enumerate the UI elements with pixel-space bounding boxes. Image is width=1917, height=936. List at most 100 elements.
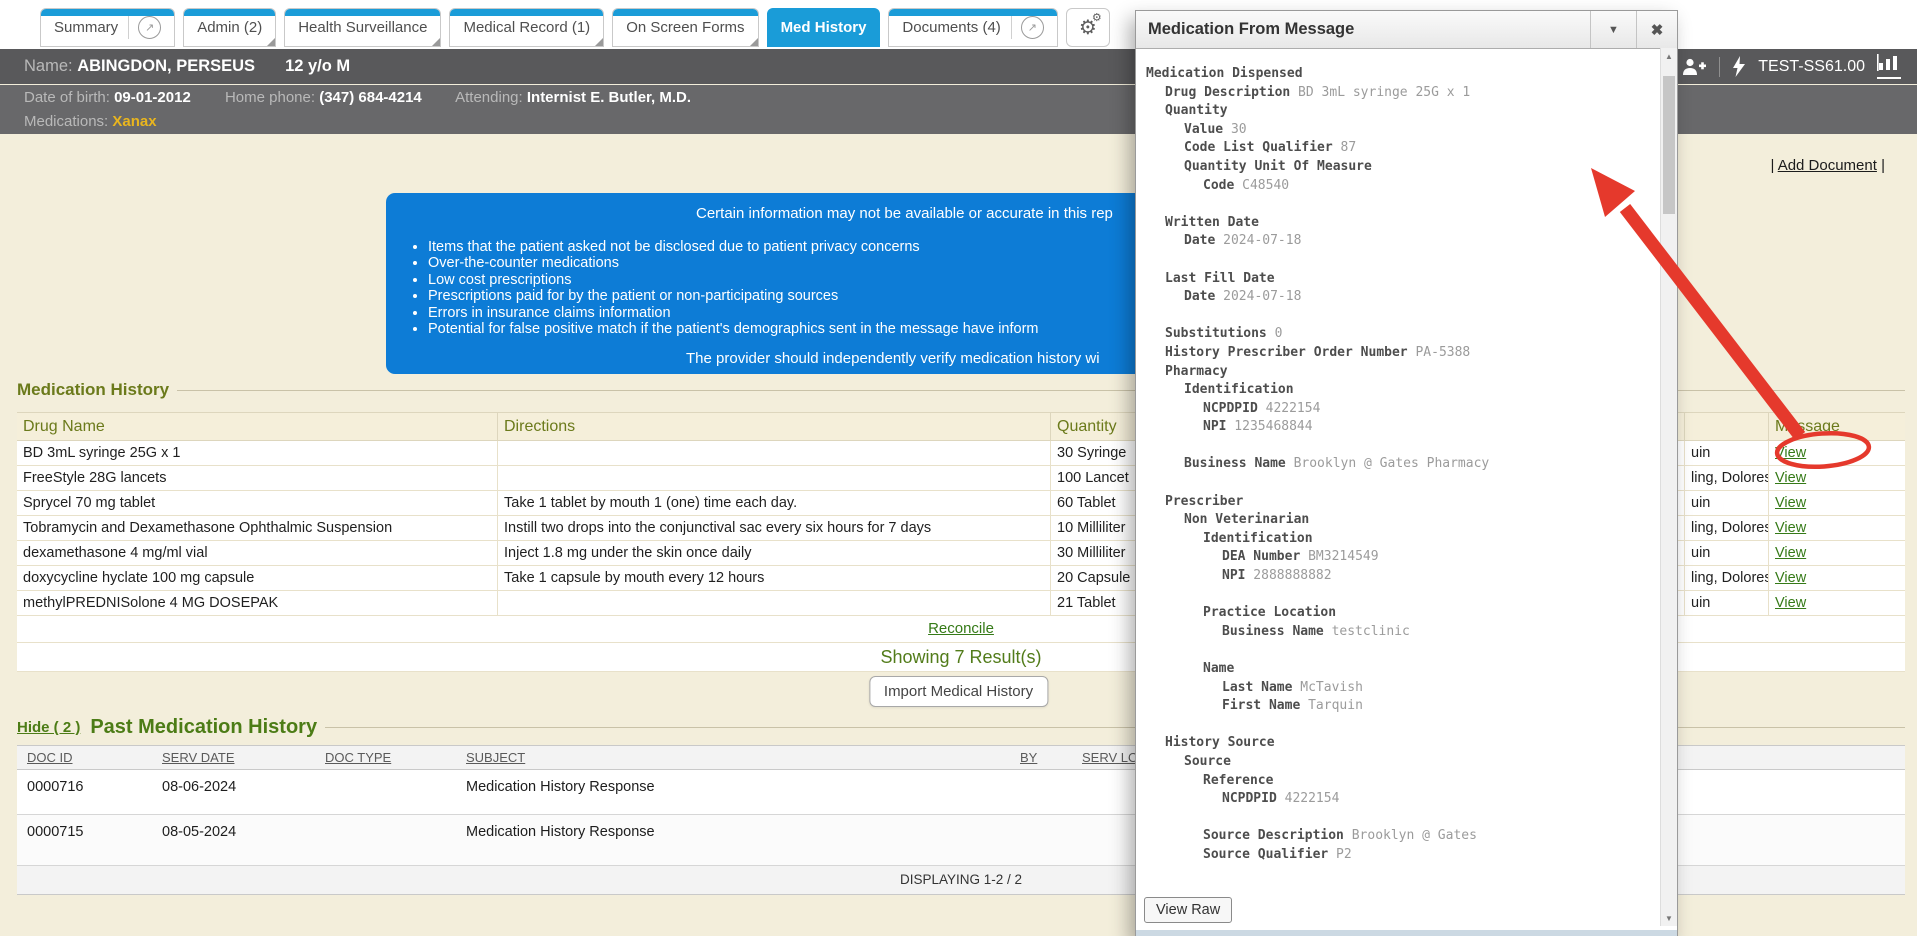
tab-label: Health Surveillance (298, 19, 427, 36)
directions-cell (497, 441, 1050, 465)
view-message-link[interactable]: View (1775, 470, 1806, 486)
prescriber-cell: ling, Dolores (1684, 516, 1768, 540)
past-cell: 08-06-2024 (152, 770, 315, 814)
message-cell: View (1768, 466, 1905, 490)
detail-line: Prescriber (1146, 493, 1661, 512)
settings-gear-button[interactable]: ⚙⚙ (1066, 8, 1110, 47)
tab-summary[interactable]: Summary↗ (40, 8, 175, 47)
hide-toggle-link[interactable]: Hide ( 2 ) (17, 719, 80, 736)
past-col-header[interactable]: SUBJECT (456, 746, 1010, 769)
dropdown-fold-icon (267, 38, 275, 46)
past-cell (1010, 815, 1072, 865)
dropdown-fold-icon (432, 38, 440, 46)
patient-name: ABINGDON, PERSEUS (77, 57, 255, 76)
prescriber-cell: uin (1684, 541, 1768, 565)
blank-line (1146, 307, 1661, 326)
detail-line: NCPDPID 4222154 (1146, 400, 1661, 419)
blank-line (1146, 641, 1661, 660)
detail-line: Date 2024-07-18 (1146, 288, 1661, 307)
view-message-link[interactable]: View (1775, 520, 1806, 536)
attending-label: Attending: (455, 89, 523, 106)
tab-label: Medical Record (1) (463, 19, 590, 36)
detail-line: Identification (1146, 381, 1661, 400)
detail-line: Practice Location (1146, 604, 1661, 623)
dialog-header: Medication From Message ▼ ✖ (1136, 11, 1677, 49)
directions-cell: Instill two drops into the conjunctival … (497, 516, 1050, 540)
detail-line: Reference (1146, 772, 1661, 791)
med-col-header (1684, 413, 1768, 440)
med-col-header: Message (1768, 413, 1905, 440)
med-col-header: Directions (497, 413, 1050, 440)
blank-line (1146, 251, 1661, 270)
dialog-content: Medication DispensedDrug Description BD … (1136, 48, 1661, 892)
gear-icon: ⚙ (1092, 13, 1102, 24)
past-col-header[interactable]: DOC TYPE (315, 746, 456, 769)
dob-label: Date of birth: (24, 89, 110, 106)
medications-label: Medications: (24, 113, 108, 130)
past-cell: 0000715 (17, 815, 152, 865)
view-raw-button[interactable]: View Raw (1144, 897, 1232, 923)
medications-value[interactable]: Xanax (112, 113, 156, 130)
detail-line: Date 2024-07-18 (1146, 232, 1661, 251)
detail-line: History Prescriber Order Number PA-5388 (1146, 344, 1661, 363)
tab-documents-4[interactable]: Documents (4)↗ (888, 8, 1057, 47)
past-col-header[interactable]: SERV DATE (152, 746, 315, 769)
detail-line: Drug Description BD 3mL syringe 25G x 1 (1146, 84, 1661, 103)
prescriber-cell: ling, Dolores (1684, 566, 1768, 590)
detail-line: Written Date (1146, 214, 1661, 233)
tab-med-history[interactable]: Med History (767, 8, 881, 47)
detail-line: Last Fill Date (1146, 270, 1661, 289)
tab-on-screen-forms[interactable]: On Screen Forms (612, 8, 758, 47)
tab-label: Admin (2) (197, 19, 262, 36)
tab-admin-2[interactable]: Admin (2) (183, 8, 276, 47)
drug-name-cell: BD 3mL syringe 25G x 1 (17, 441, 497, 465)
scrollbar-thumb[interactable] (1663, 76, 1675, 214)
blank-line (1146, 586, 1661, 605)
drug-name-cell: Tobramycin and Dexamethasone Ophthalmic … (17, 516, 497, 540)
detail-line: First Name Tarquin (1146, 697, 1661, 716)
attending-value: Internist E. Butler, M.D. (527, 89, 691, 106)
detail-line: Business Name testclinic (1146, 623, 1661, 642)
message-cell: View (1768, 441, 1905, 465)
blank-line (1146, 474, 1661, 493)
detail-line: Code C48540 (1146, 177, 1661, 196)
scroll-up-icon[interactable]: ▲ (1661, 48, 1677, 64)
name-label: Name: (24, 57, 73, 76)
blank-line (1146, 195, 1661, 214)
patient-age-sex: 12 y/o M (285, 57, 350, 76)
dialog-scrollbar[interactable]: ▲ ▼ (1660, 48, 1677, 926)
detail-line: Medication Dispensed (1146, 65, 1661, 84)
view-message-link[interactable]: View (1775, 545, 1806, 561)
chart-icon[interactable] (1877, 54, 1901, 79)
popout-icon[interactable]: ↗ (1021, 16, 1044, 39)
detail-line: Last Name McTavish (1146, 679, 1661, 698)
view-message-link[interactable]: View (1775, 495, 1806, 511)
close-icon[interactable]: ✖ (1636, 11, 1677, 48)
import-medical-history-button[interactable]: Import Medical History (869, 676, 1048, 707)
medication-history-legend: Medication History (17, 380, 169, 400)
view-message-link[interactable]: View (1775, 570, 1806, 586)
detail-line: Identification (1146, 530, 1661, 549)
message-cell: View (1768, 516, 1905, 540)
detail-line: NPI 1235468844 (1146, 418, 1661, 437)
past-cell: Medication History Response (456, 815, 1010, 865)
tab-health-surveillance[interactable]: Health Surveillance (284, 8, 441, 47)
view-message-link[interactable]: View (1775, 595, 1806, 611)
popout-icon[interactable]: ↗ (138, 16, 161, 39)
detail-line: Name (1146, 660, 1661, 679)
detail-line: DEA Number BM3214549 (1146, 548, 1661, 567)
add-person-icon[interactable] (1681, 57, 1707, 77)
lightning-icon[interactable] (1732, 56, 1746, 77)
add-document-link[interactable]: Add Document (1778, 157, 1877, 174)
chevron-down-icon[interactable]: ▼ (1590, 11, 1636, 48)
tab-medical-record-1[interactable]: Medical Record (1) (449, 8, 604, 47)
view-message-link[interactable]: View (1775, 445, 1806, 461)
reconcile-link[interactable]: Reconcile (928, 620, 994, 637)
scroll-down-icon[interactable]: ▼ (1661, 910, 1677, 926)
pipe: | (1877, 157, 1885, 174)
drug-name-cell: methylPREDNISolone 4 MG DOSEPAK (17, 591, 497, 615)
drug-name-cell: dexamethasone 4 mg/ml vial (17, 541, 497, 565)
prescriber-cell: uin (1684, 441, 1768, 465)
past-col-header[interactable]: DOC ID (17, 746, 152, 769)
past-col-header[interactable]: BY (1010, 746, 1072, 769)
